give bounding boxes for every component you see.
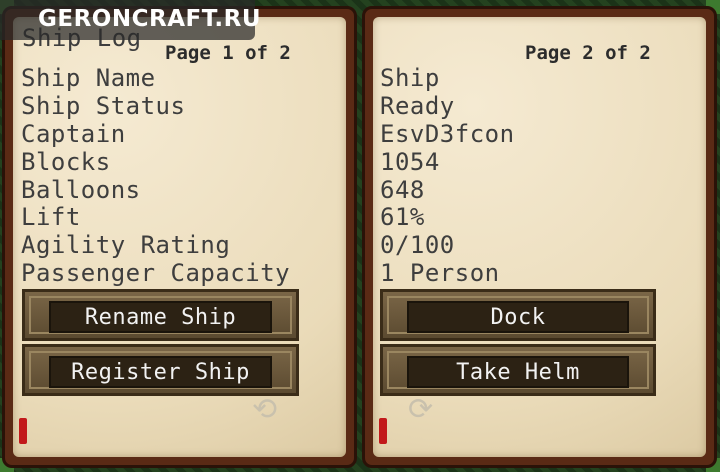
label-agility-rating: Agility Rating [21,231,231,259]
dock-label: Dock [407,301,629,333]
rename-ship-label: Rename Ship [49,301,272,333]
bookmark-ribbon-icon [19,418,27,444]
value-ship-status: Ready [380,92,455,120]
value-agility-rating: 0/100 [380,231,455,259]
take-helm-button[interactable]: Take Helm [380,344,656,396]
label-blocks: Blocks [21,148,111,176]
value-lift: 61% [380,203,425,231]
rename-ship-button[interactable]: Rename Ship [22,289,299,341]
value-blocks: 1054 [380,148,440,176]
value-balloons: 648 [380,176,425,204]
label-ship-name: Ship Name [21,64,156,92]
prev-page-arrow-icon[interactable]: ⟳ [408,392,433,427]
label-balloons: Balloons [21,176,141,204]
next-page-arrow-icon[interactable]: ⟲ [252,392,277,427]
value-captain: EsvD3fcon [380,120,515,148]
label-ship-status: Ship Status [21,92,186,120]
label-lift: Lift [21,203,81,231]
page-indicator-right: Page 2 of 2 [525,42,651,64]
value-ship-name: Ship [380,64,440,92]
dock-button[interactable]: Dock [380,289,656,341]
watermark-text: GERONCRAFT.RU [38,6,262,32]
register-ship-button[interactable]: Register Ship [22,344,299,396]
label-passenger-capacity: Passenger Capacity [21,259,291,287]
watermark-banner: GERONCRAFT.RU [0,0,261,40]
take-helm-label: Take Helm [407,356,629,388]
page-indicator-left: Page 1 of 2 [165,42,291,64]
register-ship-label: Register Ship [49,356,272,388]
value-passenger-capacity: 1 Person [380,259,500,287]
bookmark-ribbon-icon [379,418,387,444]
label-captain: Captain [21,120,126,148]
